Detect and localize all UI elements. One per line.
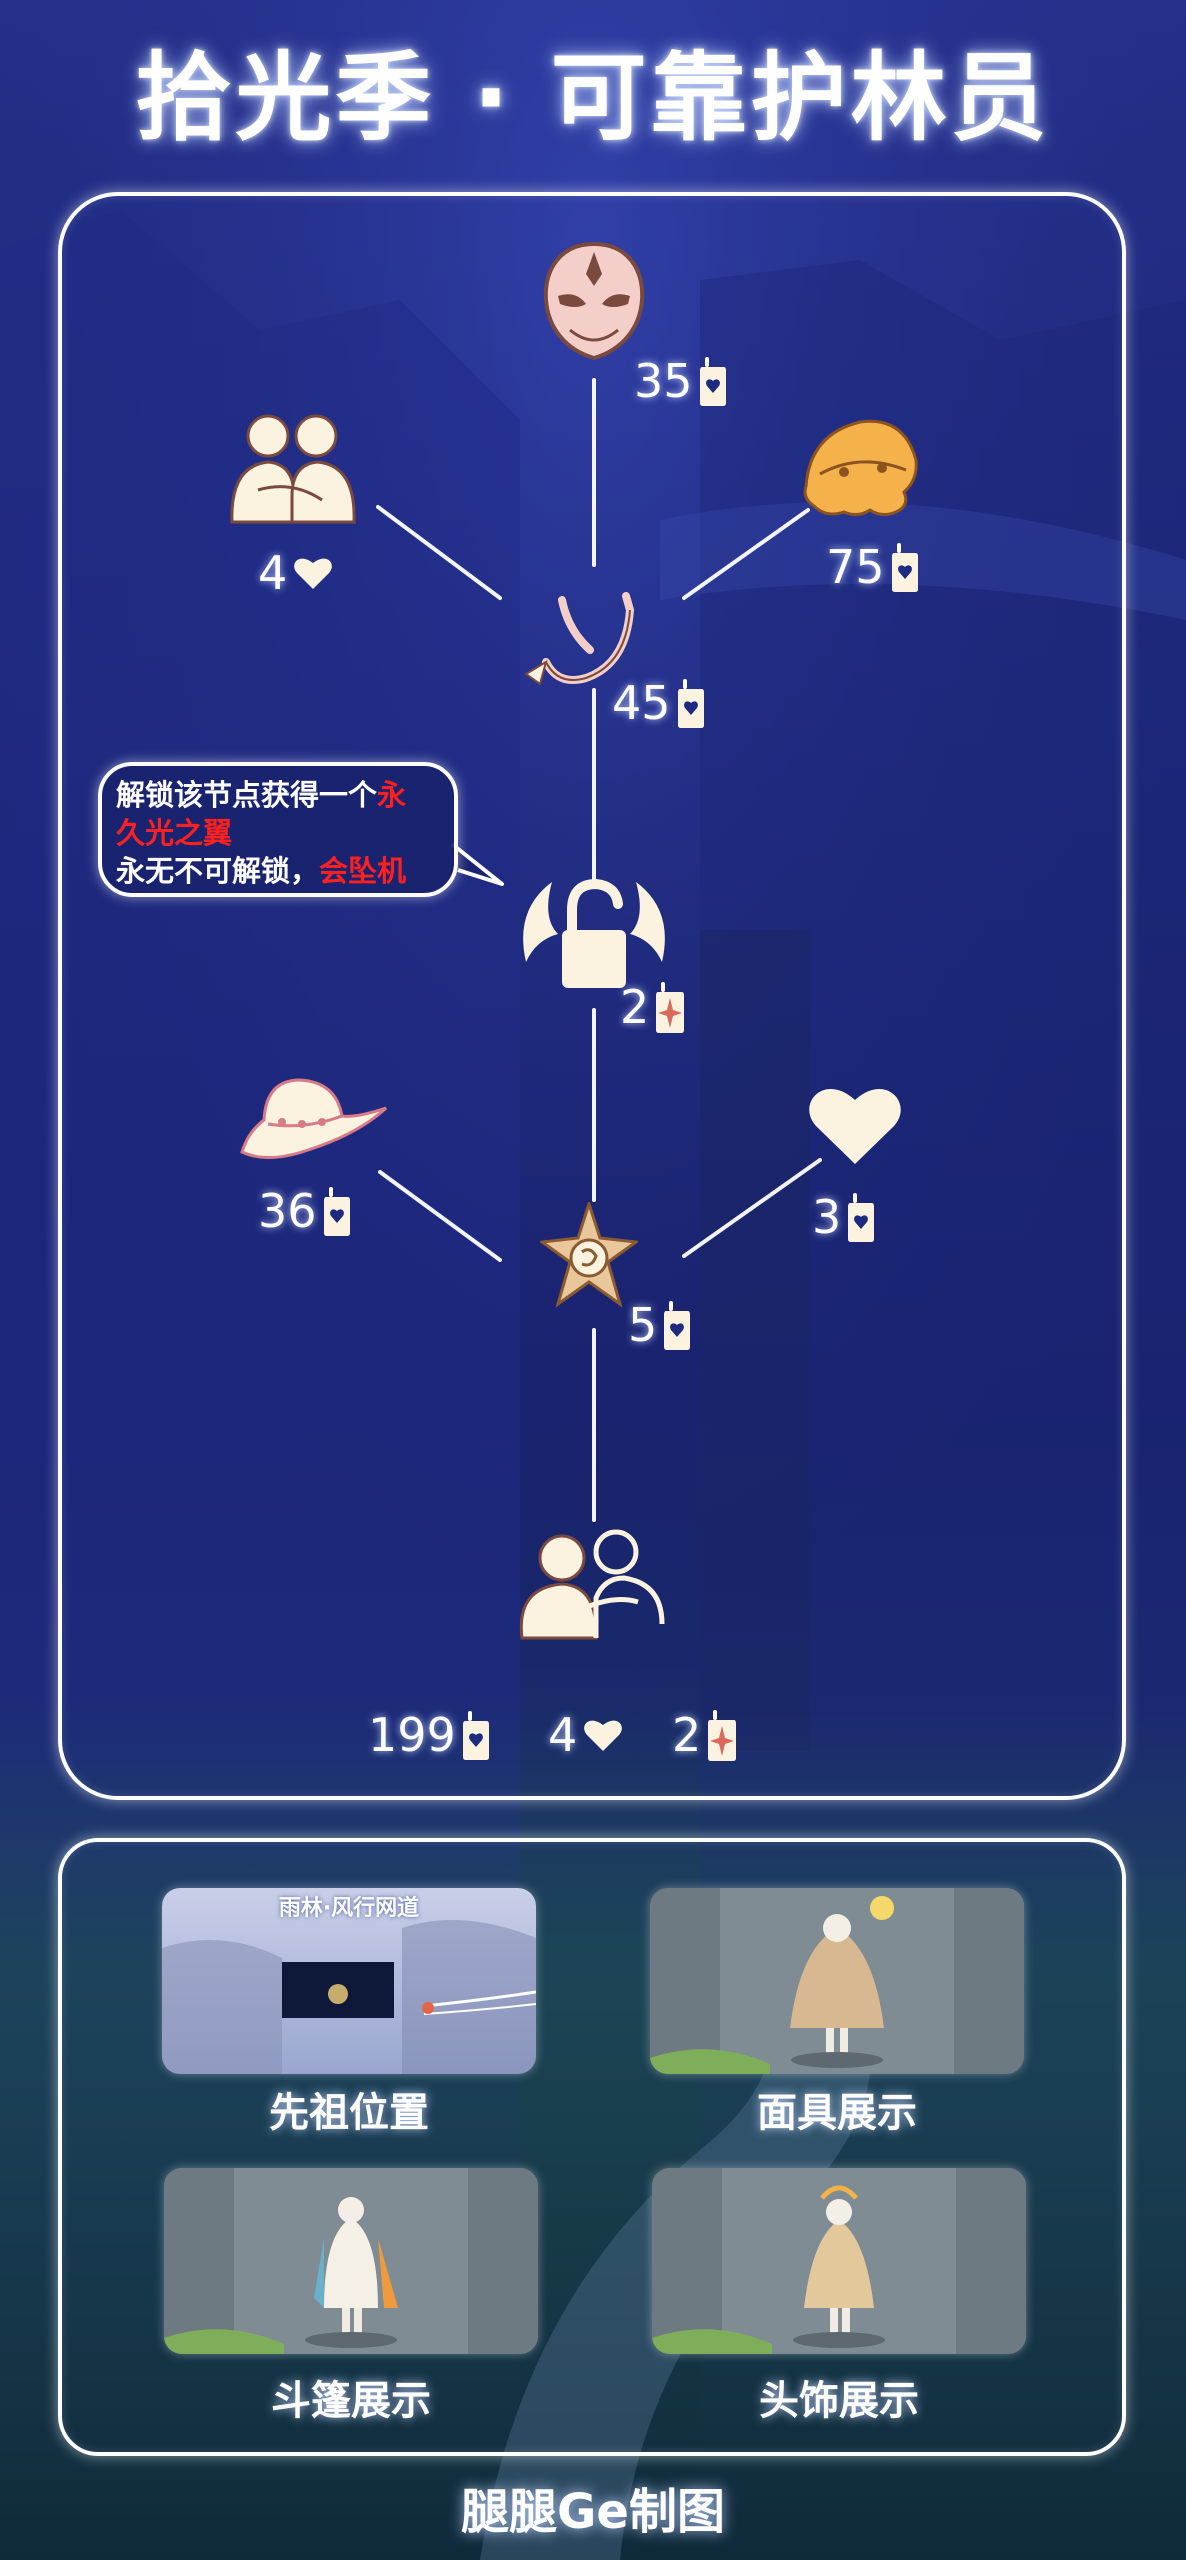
candle-icon <box>848 1193 875 1242</box>
cost-value: 2 <box>620 980 650 1034</box>
mask-node[interactable] <box>530 240 658 368</box>
total-hearts: 4 <box>548 1708 623 1762</box>
orange-hat-cost: 75 <box>826 540 919 594</box>
cost-value: 3 <box>812 1190 842 1244</box>
headwear-display-image <box>652 2168 1026 2354</box>
friend-emote-node[interactable] <box>512 1528 672 1652</box>
cost-value: 35 <box>634 354 693 408</box>
candle-icon <box>664 1301 691 1350</box>
friend-emote-icon <box>519 1529 665 1640</box>
cost-value: 45 <box>612 676 671 730</box>
heart-icon <box>809 1089 901 1164</box>
note-line-2: 久光之翼 <box>116 816 233 850</box>
ascended-candle-icon <box>656 982 685 1033</box>
candle-icon <box>891 543 918 592</box>
total-ascended-candles: 2 <box>672 1708 737 1762</box>
total-value: 199 <box>368 1708 456 1762</box>
note-tail <box>450 842 504 886</box>
wing-unlock-note: 解锁该节点获得一个永 久光之翼 永无不可解锁，会坠机 <box>98 762 458 897</box>
cape-display-image <box>164 2168 538 2354</box>
heart-node[interactable] <box>806 1080 904 1172</box>
cape-display-label: 斗篷展示 <box>271 2378 431 2424</box>
cost-value: 5 <box>628 1298 658 1352</box>
ascended-candle-icon <box>708 1710 737 1761</box>
note-line-1: 解锁该节点获得一个永 <box>116 778 407 812</box>
total-candles: 199 <box>368 1708 490 1762</box>
mask-icon <box>543 241 645 361</box>
mask-display-label: 面具展示 <box>757 2090 917 2136</box>
credit-footer: 腿腿Ge制图 <box>461 2484 725 2540</box>
note-line-3: 永无不可解锁，会坠机 <box>116 854 407 888</box>
headwear-display-thumbnail[interactable] <box>652 2168 1026 2354</box>
candle-icon <box>323 1187 350 1236</box>
candle-icon <box>462 1711 489 1760</box>
heart-icon <box>294 558 333 589</box>
heart-cost: 3 <box>812 1190 875 1244</box>
ancestor-location-label: 先祖位置 <box>269 2090 429 2136</box>
mask-display-image <box>650 1888 1024 2074</box>
candle-icon <box>699 357 726 406</box>
orange-hat-icon <box>803 419 918 517</box>
wing-lock-cost: 2 <box>620 980 685 1034</box>
star-badge-node[interactable] <box>537 1199 641 1316</box>
wide-brim-hat-icon <box>240 1078 388 1160</box>
friend-hug-node[interactable] <box>218 410 368 534</box>
cost-value: 36 <box>258 1184 317 1238</box>
wide-brim-hat-cost: 36 <box>258 1184 351 1238</box>
cost-value: 75 <box>826 540 885 594</box>
heart-icon <box>584 1720 623 1751</box>
ribbon-cost: 45 <box>612 676 705 730</box>
orange-hat-node[interactable] <box>800 414 922 524</box>
mask-display-thumbnail[interactable] <box>650 1888 1024 2074</box>
mask-cost: 35 <box>634 354 727 408</box>
candle-icon <box>677 679 704 728</box>
cape-display-thumbnail[interactable] <box>164 2168 538 2354</box>
total-value: 2 <box>672 1708 702 1762</box>
friend-hug-cost: 4 <box>258 546 333 600</box>
ribbon-icon <box>524 592 635 686</box>
ancestor-location-caption: 雨林·风行网道 <box>278 1896 420 1921</box>
headwear-display-label: 头饰展示 <box>759 2378 919 2424</box>
ancestor-location-thumbnail[interactable]: 雨林·风行网道 <box>162 1888 536 2074</box>
star-badge-icon <box>537 1199 641 1308</box>
total-value: 4 <box>548 1708 578 1762</box>
friend-hug-icon <box>230 414 356 524</box>
wide-brim-hat-node[interactable] <box>238 1072 390 1172</box>
star-badge-cost: 5 <box>628 1298 691 1352</box>
cost-value: 4 <box>258 546 288 600</box>
